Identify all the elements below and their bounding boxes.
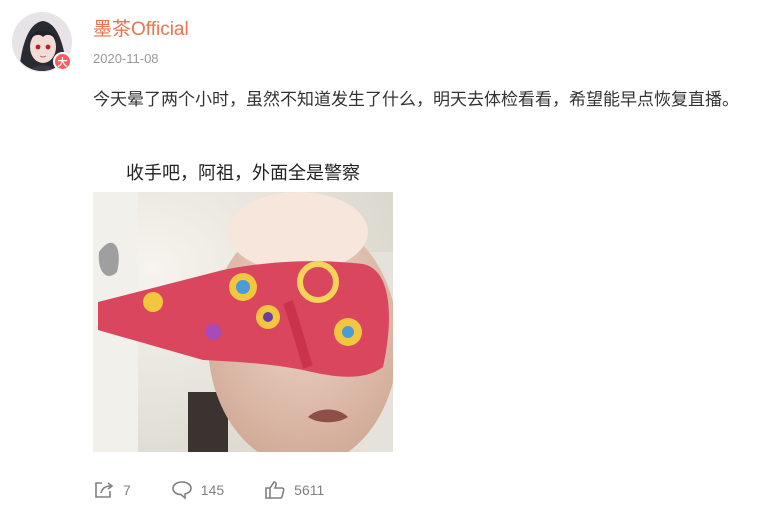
like-button[interactable]: 5611	[264, 480, 324, 500]
comment-icon	[171, 481, 192, 500]
post-text: 今天晕了两个小时，虽然不知道发生了什么，明天去体检看看，希望能早点恢复直播。	[93, 90, 739, 110]
like-count: 5611	[294, 482, 325, 498]
meme-photo	[93, 192, 393, 452]
share-icon	[95, 482, 114, 498]
verified-badge: 大	[53, 52, 72, 71]
image-caption: 收手吧，阿祖，外面全是警察	[93, 152, 393, 192]
post-actions: 7 145 5611	[93, 476, 364, 504]
post-image[interactable]: 收手吧，阿祖，外面全是警察	[93, 152, 393, 452]
comment-count: 145	[200, 482, 225, 498]
repost-button[interactable]: 7	[93, 480, 131, 500]
repost-count: 7	[123, 482, 131, 498]
thumbs-up-icon	[265, 481, 285, 499]
verified-badge-label: 大	[57, 58, 68, 69]
author-name[interactable]: 墨茶Official	[93, 14, 189, 41]
comment-button[interactable]: 145	[171, 480, 224, 500]
post-date[interactable]: 2020-11-08	[93, 51, 159, 66]
